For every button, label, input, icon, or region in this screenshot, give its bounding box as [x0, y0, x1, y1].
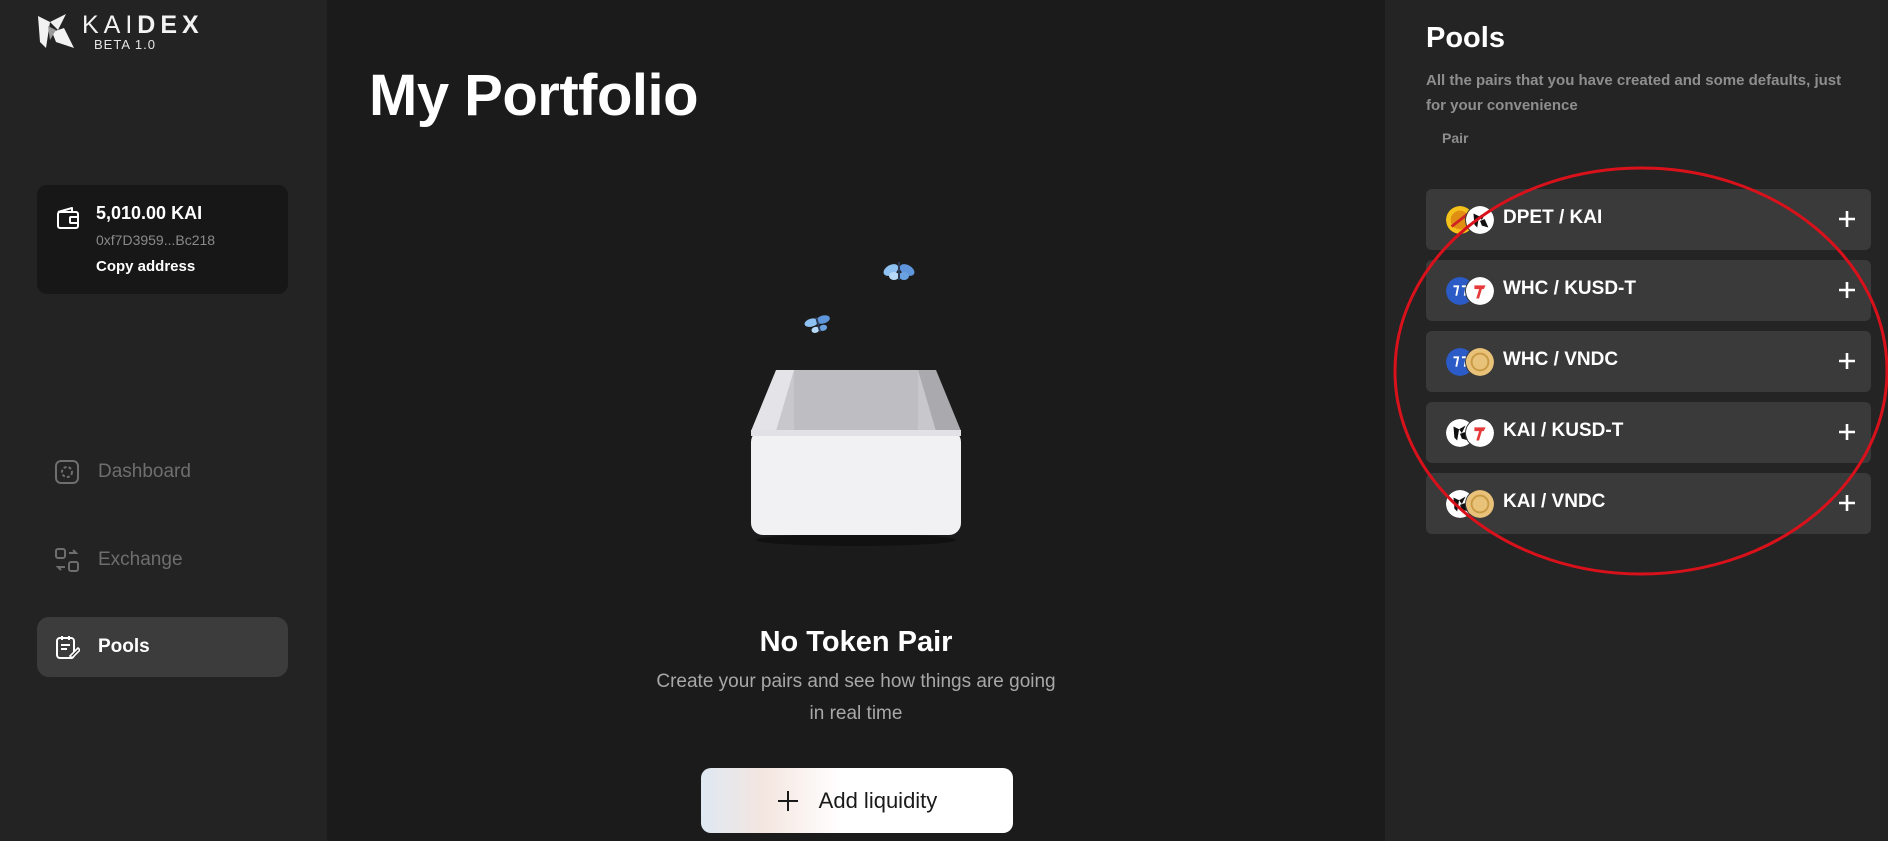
main-content: My Portfolio No Token Pair Create your p…	[327, 0, 1385, 841]
add-liquidity-label: Add liquidity	[818, 787, 938, 813]
add-pair-icon[interactable]	[1837, 209, 1857, 229]
kusd-t-token-icon	[1465, 418, 1495, 448]
nav-item-pools[interactable]: Pools	[37, 617, 288, 677]
wallet-icon	[57, 207, 79, 229]
nav-label-pools: Pools	[98, 636, 150, 657]
kai-token-icon	[1465, 205, 1495, 235]
pair-label: WHC / KUSD-T	[1503, 278, 1636, 299]
wallet-address: 0xf7D3959...Bc218	[96, 232, 216, 248]
brand-version: BETA 1.0	[94, 37, 156, 52]
add-pair-icon[interactable]	[1837, 422, 1857, 442]
pair-label: DPET / KAI	[1503, 207, 1603, 228]
pair-label: WHC / VNDC	[1503, 349, 1619, 370]
pools-panel-subtitle: All the pairs that you have created and …	[1426, 72, 1842, 114]
wallet-balance: 5,010.00 KAI	[96, 203, 203, 223]
kaidex-logo[interactable]: KAIDEX BETA 1.0	[36, 12, 204, 52]
kusd-t-token-icon	[1465, 276, 1495, 306]
pair-row-dpet-kai[interactable]: DPET / KAI	[1426, 189, 1871, 250]
butterfly-icon	[804, 315, 830, 333]
pools-panel: Pools All the pairs that you have create…	[1385, 0, 1888, 841]
pair-row-whc-kusd-t[interactable]: WHC / KUSD-T	[1426, 260, 1871, 321]
kaidex-logo-icon	[38, 14, 74, 48]
nav-item-exchange[interactable]: Exchange	[37, 530, 288, 590]
nav-label-exchange: Exchange	[98, 549, 183, 570]
pools-panel-title: Pools	[1426, 22, 1505, 54]
brand-name: KAIDEX	[82, 11, 204, 39]
empty-box-illustration	[751, 262, 961, 546]
add-pair-icon[interactable]	[1837, 493, 1857, 513]
empty-state-title: No Token Pair	[759, 626, 953, 658]
wallet-card: 5,010.00 KAI 0xf7D3959...Bc218 Copy addr…	[37, 185, 288, 294]
add-pair-icon[interactable]	[1837, 280, 1857, 300]
vndc-token-icon	[1465, 489, 1495, 519]
vndc-token-icon	[1465, 347, 1495, 377]
pair-label: KAI / KUSD-T	[1503, 420, 1624, 441]
pair-row-whc-vndc[interactable]: WHC / VNDC	[1426, 331, 1871, 392]
empty-state-text: Create your pairs and see how things are…	[656, 671, 1056, 724]
pair-column-header: Pair	[1442, 130, 1469, 146]
plus-icon	[777, 790, 798, 811]
dashboard-icon	[55, 460, 79, 484]
add-liquidity-button[interactable]: Add liquidity	[701, 768, 1013, 833]
copy-address-button[interactable]: Copy address	[96, 258, 195, 275]
exchange-icon	[55, 548, 79, 572]
add-pair-icon[interactable]	[1837, 351, 1857, 371]
nav-item-dashboard[interactable]: Dashboard	[37, 442, 288, 502]
butterfly-icon	[883, 262, 915, 280]
page-title: My Portfolio	[369, 63, 699, 128]
pair-row-kai-vndc[interactable]: KAI / VNDC	[1426, 473, 1871, 534]
nav-label-dashboard: Dashboard	[98, 461, 191, 482]
pair-label: KAI / VNDC	[1503, 491, 1606, 512]
pair-row-kai-kusd-t[interactable]: KAI / KUSD-T	[1426, 402, 1871, 463]
pools-icon	[56, 636, 80, 660]
sidebar: KAIDEX BETA 1.0 5,010.00 KAI 0xf7D3959..…	[0, 0, 327, 841]
